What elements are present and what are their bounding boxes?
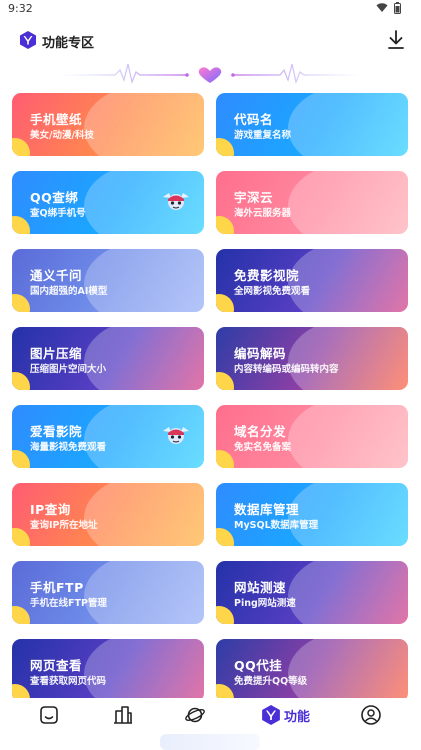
card-title: QQ代挂 [234,658,283,673]
building-icon [114,706,132,724]
page-title: 功能专区 [42,36,95,51]
card-title: 编码解码 [234,346,287,361]
card-subtitle: 美女/动漫/科技 [30,130,94,141]
planet-icon [185,707,205,723]
card-subtitle: 手机在线FTP管理 [30,598,107,609]
card-subtitle: 内容转编码或编码转内容 [234,364,339,375]
tab-buildings[interactable] [110,704,136,726]
card-code-name[interactable]: 代码名 游戏重复名称 [216,93,408,156]
card-site-speed[interactable]: 网站测速 Ping网站测速 [216,561,408,624]
tab-profile[interactable] [358,704,384,726]
card-title: 数据库管理 [234,502,300,517]
card-title: 代码名 [234,112,274,127]
card-title: 网页查看 [30,658,83,673]
mascot-icon [163,427,189,444]
bottom-decoration [160,734,260,750]
sun-decoration [12,372,30,390]
card-title: 宇深云 [234,190,274,205]
card-encode-decode[interactable]: 编码解码 内容转编码或编码转内容 [216,327,408,390]
sun-decoration [12,606,30,624]
tab-functions[interactable]: 功能 [256,704,316,726]
card-aikan-cinema[interactable]: 爱看影院 海量影视免费观看 [12,405,204,468]
download-icon[interactable] [385,28,407,52]
card-title: 手机FTP [30,580,84,595]
card-subtitle: 查询IP所在地址 [30,520,98,531]
card-qq-lookup[interactable]: QQ查绑 查Q绑手机号 [12,171,204,234]
status-icons [376,2,401,14]
app-logo-icon [20,31,36,49]
status-time: 9:32 [8,2,33,15]
heartbeat-divider [60,63,360,85]
card-webpage-view[interactable]: 网页查看 查看获取网页代码 [12,639,204,702]
card-free-cinema[interactable]: 免费影视院 全网影视免费观看 [216,249,408,312]
sun-decoration [216,450,234,468]
bottom-tab-bar: 功能 [0,698,421,732]
sun-decoration [12,138,30,156]
card-subtitle: Ping网站测速 [234,598,296,609]
card-subtitle: 查看获取网页代码 [30,676,107,687]
tab-functions-label: 功能 [283,709,310,725]
card-subtitle: 国内超强的AI模型 [30,286,108,297]
card-subtitle: 全网影视免费观看 [234,286,311,297]
sun-decoration [216,294,234,312]
sun-decoration [12,216,30,234]
card-title: 域名分发 [234,424,287,439]
card-domain-dispatch[interactable]: 域名分发 免实名免备案 [216,405,408,468]
card-yushen-cloud[interactable]: 宇深云 海外云服务器 [216,171,408,234]
card-subtitle: 免实名免备案 [234,442,292,453]
sun-decoration [216,216,234,234]
header: 功能专区 [0,26,421,56]
card-database-manage[interactable]: 数据库管理 MySQL数据库管理 [216,483,408,546]
card-title: QQ查绑 [30,190,79,205]
function-icon [262,705,280,725]
wifi-icon [376,3,388,12]
home-icon [40,706,58,724]
card-title: 手机壁纸 [30,112,83,127]
sun-decoration [12,450,30,468]
card-title: 图片压缩 [30,346,83,361]
mascot-icon [163,193,189,210]
card-title: IP查询 [30,502,71,517]
card-subtitle: 游戏重复名称 [234,130,292,141]
sun-decoration [216,372,234,390]
card-subtitle: 压缩图片空间大小 [30,364,107,375]
sun-decoration [216,606,234,624]
card-subtitle: 海量影视免费观看 [30,442,107,453]
card-mobile-ftp[interactable]: 手机FTP 手机在线FTP管理 [12,561,204,624]
battery-icon [394,2,401,14]
card-subtitle: MySQL数据库管理 [234,520,319,531]
tab-planet[interactable] [182,704,208,726]
card-subtitle: 免费提升QQ等级 [234,676,308,687]
card-wallpaper[interactable]: 手机壁纸 美女/动漫/科技 [12,93,204,156]
sun-decoration [216,138,234,156]
sun-decoration [12,528,30,546]
card-title: 免费影视院 [234,268,300,283]
card-ip-lookup[interactable]: IP查询 查询IP所在地址 [12,483,204,546]
card-qq-hosting[interactable]: QQ代挂 免费提升QQ等级 [216,639,408,702]
card-image-compress[interactable]: 图片压缩 压缩图片空间大小 [12,327,204,390]
card-title: 网站测速 [234,580,287,595]
status-bar: 9:32 [0,0,421,22]
card-title: 通义千问 [30,268,83,283]
card-subtitle: 海外云服务器 [234,208,292,219]
card-subtitle: 查Q绑手机号 [30,208,86,219]
profile-icon [361,705,381,725]
card-tongyi[interactable]: 通义千问 国内超强的AI模型 [12,249,204,312]
card-title: 爱看影院 [30,424,83,439]
sun-decoration [12,294,30,312]
tab-home[interactable] [36,704,62,726]
sun-decoration [216,528,234,546]
